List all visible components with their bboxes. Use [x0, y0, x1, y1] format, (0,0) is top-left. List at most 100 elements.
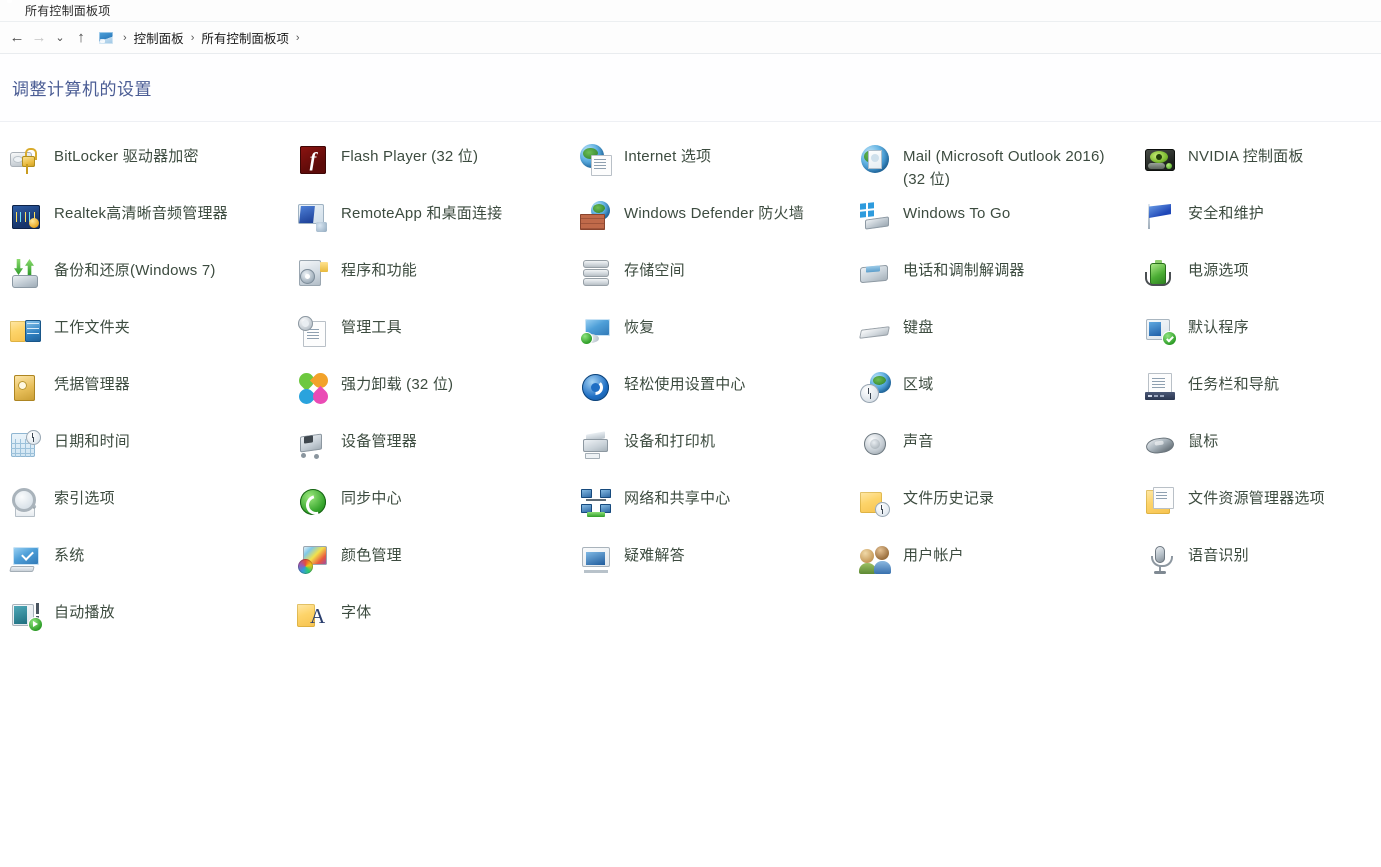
control-panel-item-label: RemoteApp 和桌面连接 — [341, 199, 502, 225]
control-panel-item[interactable]: 电话和调制解调器 — [859, 254, 1144, 311]
control-panel-item[interactable]: 索引选项 — [10, 482, 297, 539]
ease-of-access-icon — [580, 372, 612, 404]
breadcrumb-item-control-panel[interactable]: 控制面板 — [134, 28, 184, 47]
windows-defender-firewall-icon — [580, 201, 612, 233]
address-bar: ← → ⌄ ↑ › 控制面板 › 所有控制面板项 › — [0, 22, 1381, 54]
control-panel-item[interactable]: 区域 — [859, 368, 1144, 425]
control-panel-item[interactable]: Windows To Go — [859, 197, 1144, 254]
internet-options-icon — [580, 144, 612, 176]
control-panel-item[interactable]: 安全和维护 — [1144, 197, 1381, 254]
control-panel-item[interactable]: Windows Defender 防火墙 — [580, 197, 859, 254]
control-panel-items-grid: BitLocker 驱动器加密fFlash Player (32 位) Inter… — [0, 140, 1381, 653]
control-panel-item[interactable]: A字体 — [297, 596, 580, 653]
region-icon — [859, 372, 891, 404]
control-panel-item[interactable]: 用户帐户 — [859, 539, 1144, 596]
control-panel-item-label: 任务栏和导航 — [1188, 370, 1279, 396]
control-panel-item[interactable]: 文件资源管理器选项 — [1144, 482, 1381, 539]
control-panel-item-label: 轻松使用设置中心 — [624, 370, 746, 396]
autoplay-icon — [10, 600, 42, 632]
control-panel-item[interactable]: 系统 — [10, 539, 297, 596]
control-panel-item-label: 日期和时间 — [54, 427, 130, 453]
control-panel-item[interactable]: 文件历史记录 — [859, 482, 1144, 539]
control-panel-item-label: Windows Defender 防火墙 — [624, 199, 804, 225]
control-panel-item-label: 颜色管理 — [341, 541, 402, 567]
up-button[interactable]: ↑ — [70, 26, 92, 50]
breadcrumb: › 控制面板 › 所有控制面板项 › — [98, 26, 307, 50]
control-panel-item[interactable]: BitLocker 驱动器加密 — [10, 140, 297, 197]
control-panel-item[interactable]: 自动播放 — [10, 596, 297, 653]
control-panel-item-label: 安全和维护 — [1188, 199, 1264, 225]
control-panel-item[interactable]: Internet 选项 — [580, 140, 859, 197]
control-panel-item[interactable]: 默认程序 — [1144, 311, 1381, 368]
control-panel-item[interactable]: 工作文件夹 — [10, 311, 297, 368]
control-panel-item-label: Realtek高清晰音频管理器 — [54, 199, 228, 225]
control-panel-item-label: 语音识别 — [1188, 541, 1249, 567]
control-panel-item[interactable]: 管理工具 — [297, 311, 580, 368]
recovery-icon — [580, 315, 612, 347]
control-panel-item-label: Internet 选项 — [624, 142, 711, 168]
control-panel-item-label: 设备管理器 — [341, 427, 417, 453]
date-time-icon — [10, 429, 42, 461]
control-panel-item-label: NVIDIA 控制面板 — [1188, 142, 1304, 168]
window-title: 所有控制面板项 — [25, 4, 110, 18]
color-management-icon — [297, 543, 329, 575]
control-panel-icon — [6, 4, 19, 17]
breadcrumb-separator-2[interactable]: › — [296, 32, 300, 44]
control-panel-item[interactable]: 颜色管理 — [297, 539, 580, 596]
back-button[interactable]: ← — [6, 26, 28, 50]
control-panel-item-label: 默认程序 — [1188, 313, 1249, 339]
control-panel-item[interactable]: NVIDIA 控制面板 — [1144, 140, 1381, 197]
control-panel-item-label: Mail (Microsoft Outlook 2016) (32 位) — [903, 142, 1108, 191]
flash-player-icon: f — [297, 144, 329, 176]
control-panel-item[interactable]: 存储空间 — [580, 254, 859, 311]
control-panel-item[interactable]: 设备管理器 — [297, 425, 580, 482]
recent-locations-chevron-down-icon[interactable]: ⌄ — [50, 26, 70, 50]
control-panel-item[interactable]: 键盘 — [859, 311, 1144, 368]
control-panel-item[interactable]: 疑难解答 — [580, 539, 859, 596]
speech-recognition-icon — [1144, 543, 1176, 575]
system-icon — [10, 543, 42, 575]
control-panel-item[interactable]: 强力卸载 (32 位) — [297, 368, 580, 425]
control-panel-item[interactable]: 恢复 — [580, 311, 859, 368]
control-panel-item[interactable]: 任务栏和导航 — [1144, 368, 1381, 425]
breadcrumb-item-all-control-panel-items[interactable]: 所有控制面板项 — [201, 28, 289, 47]
control-panel-item-label: 系统 — [54, 541, 84, 567]
grid-empty-cell — [859, 596, 1144, 653]
control-panel-item[interactable]: 轻松使用设置中心 — [580, 368, 859, 425]
control-panel-item[interactable]: 凭据管理器 — [10, 368, 297, 425]
control-panel-item[interactable]: 网络和共享中心 — [580, 482, 859, 539]
control-panel-item[interactable]: 同步中心 — [297, 482, 580, 539]
control-panel-item[interactable]: 鼠标 — [1144, 425, 1381, 482]
control-panel-item[interactable]: 程序和功能 — [297, 254, 580, 311]
phone-modem-icon — [859, 258, 891, 290]
storage-spaces-icon — [580, 258, 612, 290]
breadcrumb-separator-0[interactable]: › — [123, 32, 127, 44]
control-panel-item-label: 程序和功能 — [341, 256, 417, 282]
administrative-tools-icon — [297, 315, 329, 347]
windows-to-go-icon — [859, 201, 891, 233]
file-history-icon — [859, 486, 891, 518]
control-panel-item[interactable]: 设备和打印机 — [580, 425, 859, 482]
control-panel-item[interactable]: 日期和时间 — [10, 425, 297, 482]
forward-button[interactable]: → — [28, 26, 50, 50]
mail-icon — [859, 144, 891, 176]
breadcrumb-separator-1[interactable]: › — [191, 32, 195, 44]
control-panel-item[interactable]: Mail (Microsoft Outlook 2016) (32 位) — [859, 140, 1144, 197]
control-panel-item[interactable]: 备份和还原(Windows 7) — [10, 254, 297, 311]
power-options-icon — [1144, 258, 1176, 290]
force-uninstall-icon — [297, 372, 329, 404]
sync-center-icon — [297, 486, 329, 518]
control-panel-item[interactable]: fFlash Player (32 位) — [297, 140, 580, 197]
nvidia-control-panel-icon — [1144, 144, 1176, 176]
control-panel-item[interactable]: 声音 — [859, 425, 1144, 482]
control-panel-item[interactable]: 电源选项 — [1144, 254, 1381, 311]
credential-manager-icon — [10, 372, 42, 404]
control-panel-item[interactable]: RemoteApp 和桌面连接 — [297, 197, 580, 254]
breadcrumb-control-panel-icon[interactable] — [98, 31, 114, 45]
control-panel-item-label: 文件资源管理器选项 — [1188, 484, 1325, 510]
control-panel-item[interactable]: Realtek高清晰音频管理器 — [10, 197, 297, 254]
programs-features-icon — [297, 258, 329, 290]
work-folders-icon — [10, 315, 42, 347]
control-panel-item[interactable]: 语音识别 — [1144, 539, 1381, 596]
control-panel-item-label: 工作文件夹 — [54, 313, 130, 339]
